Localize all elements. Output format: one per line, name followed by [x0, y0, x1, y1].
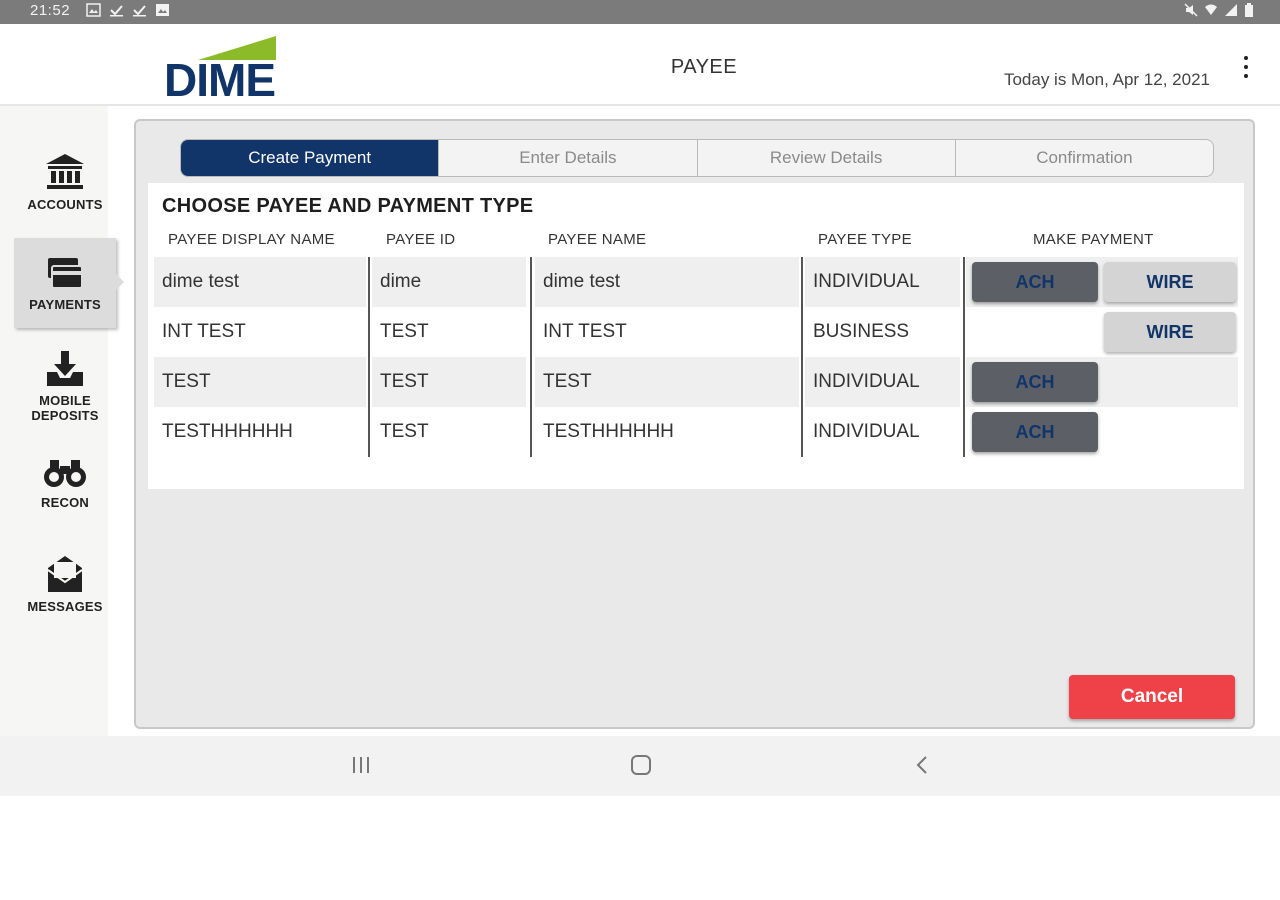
ach-button[interactable]: ACH	[972, 262, 1098, 302]
step-enter-details: Enter Details	[438, 140, 696, 176]
payee-name: dime test	[535, 257, 799, 307]
table-row: TEST TEST TEST INDIVIDUAL ACH	[154, 357, 1238, 407]
column-divider	[530, 257, 532, 307]
sidebar: ACCOUNTS PAYMENTS MOBILE DEPOSITS RECON	[0, 106, 124, 736]
sidebar-item-payments[interactable]: PAYMENTS	[14, 238, 124, 328]
gallery-notification-icon	[86, 3, 101, 17]
check-notification-icon	[110, 5, 123, 17]
column-divider	[963, 407, 965, 457]
column-header: PAYEE ID	[386, 231, 456, 248]
sidebar-item-label: MESSAGES	[27, 599, 103, 614]
payee-name: TEST	[535, 357, 799, 407]
make-payment-cell: ACH	[966, 407, 1238, 457]
payee-type: INDIVIDUAL	[813, 421, 920, 442]
sidebar-item-accounts[interactable]: ACCOUNTS	[14, 152, 116, 242]
column-divider	[963, 357, 965, 407]
column-header: PAYEE DISPLAY NAME	[168, 231, 335, 248]
mute-icon	[1184, 3, 1198, 17]
status-time: 21:52	[30, 2, 71, 19]
column-divider	[963, 257, 965, 307]
payee-type: BUSINESS	[813, 321, 910, 342]
system-navigation-bar	[0, 736, 1280, 796]
payee-display-name: TESTHHHHHH	[162, 421, 293, 442]
payee-type: INDIVIDUAL	[805, 257, 960, 307]
envelope-icon	[47, 556, 83, 592]
status-bar: 21:52	[0, 0, 1280, 24]
credit-card-icon	[48, 258, 83, 289]
payee-table: CHOOSE PAYEE AND PAYMENT TYPE PAYEE DISP…	[148, 183, 1244, 489]
payee-id: TEST	[380, 421, 429, 442]
wire-button[interactable]: WIRE	[1104, 312, 1236, 352]
sidebar-item-label: MOBILE	[39, 393, 91, 408]
column-divider	[801, 357, 803, 407]
column-divider	[530, 307, 532, 357]
signal-icon	[1225, 4, 1237, 16]
payee-type: INDIVIDUAL	[805, 357, 960, 407]
column-divider	[368, 307, 370, 357]
wire-button[interactable]: WIRE	[1104, 262, 1236, 302]
payment-stepper: Create Payment Enter Details Review Deta…	[180, 139, 1214, 177]
sidebar-item-label: ACCOUNTS	[27, 197, 103, 212]
make-payment-cell: ACH	[966, 357, 1238, 407]
payee-name: INT TEST	[543, 321, 627, 342]
column-divider	[530, 357, 532, 407]
section-title: CHOOSE PAYEE AND PAYMENT TYPE	[162, 195, 534, 217]
column-divider	[801, 407, 803, 457]
ach-button[interactable]: ACH	[972, 362, 1098, 402]
binoculars-icon	[44, 460, 86, 487]
sidebar-item-mobile-deposits[interactable]: MOBILE DEPOSITS	[14, 350, 116, 440]
column-divider	[801, 307, 803, 357]
step-create-payment: Create Payment	[181, 140, 439, 176]
make-payment-cell: ACH WIRE	[966, 257, 1238, 307]
download-tray-icon	[47, 351, 83, 386]
sidebar-item-label: RECON	[41, 495, 89, 510]
overflow-menu-icon[interactable]	[1242, 56, 1250, 78]
column-divider	[368, 407, 370, 457]
app-header: DIME PAYEE Today is Mon, Apr 12, 2021	[0, 24, 1280, 106]
battery-icon	[1245, 3, 1253, 17]
main-panel: Create Payment Enter Details Review Deta…	[134, 119, 1255, 729]
step-review-details: Review Details	[696, 140, 955, 176]
column-divider	[530, 407, 532, 457]
column-header: PAYEE NAME	[548, 231, 647, 248]
bank-icon	[46, 154, 84, 189]
notification-icons	[86, 3, 170, 17]
payee-display-name: dime test	[154, 257, 366, 307]
payee-display-name: TEST	[154, 357, 366, 407]
table-row: dime test dime dime test INDIVIDUAL ACH …	[154, 257, 1238, 307]
table-row: TESTHHHHHH TEST TESTHHHHHH INDIVIDUAL AC…	[154, 407, 1238, 457]
column-divider	[368, 357, 370, 407]
check-notification-icon	[133, 5, 146, 17]
column-divider	[368, 257, 370, 307]
image-notification-icon	[156, 4, 169, 16]
system-icons	[1184, 3, 1254, 17]
home-icon[interactable]	[630, 754, 652, 776]
step-confirmation: Confirmation	[954, 140, 1213, 176]
make-payment-cell: WIRE	[966, 307, 1238, 357]
column-header: MAKE PAYMENT	[1033, 231, 1154, 248]
cancel-button[interactable]: Cancel	[1069, 675, 1235, 719]
column-divider	[963, 307, 965, 357]
wifi-icon	[1205, 4, 1217, 15]
payee-id: TEST	[372, 357, 526, 407]
column-header: PAYEE TYPE	[818, 231, 912, 248]
sidebar-item-label: PAYMENTS	[29, 297, 101, 312]
recent-apps-icon[interactable]	[350, 754, 372, 776]
payee-name: TESTHHHHHH	[543, 421, 674, 442]
ach-button[interactable]: ACH	[972, 412, 1098, 452]
table-row: INT TEST TEST INT TEST BUSINESS WIRE	[154, 307, 1238, 357]
sidebar-item-label: DEPOSITS	[31, 408, 99, 423]
payee-id: TEST	[380, 321, 429, 342]
column-divider	[801, 257, 803, 307]
back-icon[interactable]	[912, 754, 934, 776]
payee-id: dime	[372, 257, 526, 307]
payee-display-name: INT TEST	[162, 321, 246, 342]
sidebar-item-recon[interactable]: RECON	[14, 456, 116, 546]
sidebar-item-messages[interactable]: MESSAGES	[14, 554, 116, 644]
today-date: Today is Mon, Apr 12, 2021	[1003, 70, 1210, 89]
